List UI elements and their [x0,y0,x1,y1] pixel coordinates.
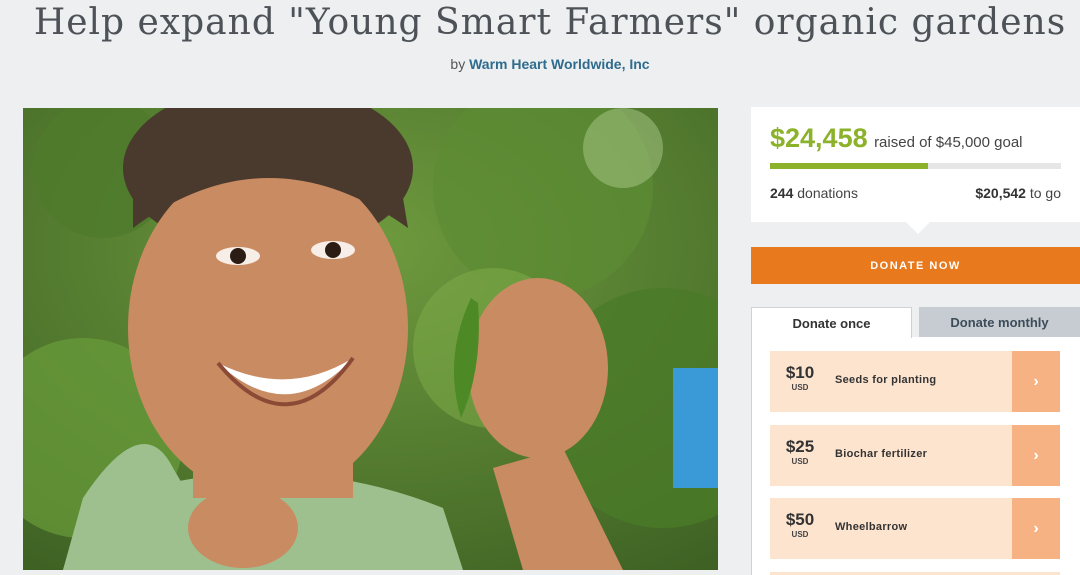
donation-option-25[interactable]: $25 USD Biochar fertilizer › [770,425,1060,486]
progress-fill [770,163,929,169]
option-price: $25 USD [770,437,830,466]
tab-donate-once[interactable]: Donate once [751,307,912,338]
funding-summary: $24,458 raised of $45,000 goal 244 donat… [751,107,1080,234]
remaining: $20,542 to go [975,185,1061,201]
page-title: Help expand "Young Smart Farmers" organi… [33,2,1067,43]
donation-option-50[interactable]: $50 USD Wheelbarrow › [770,498,1060,559]
option-currency: USD [791,530,809,539]
progress-bar [770,163,1061,169]
chevron-right-icon[interactable]: › [1012,498,1060,559]
remaining-amount: $20,542 [975,185,1026,201]
option-currency: USD [791,383,809,392]
remaining-label: to go [1029,185,1061,201]
option-label: Seeds for planting [835,374,937,386]
raised-line: $24,458 raised of $45,000 goal [770,123,1023,154]
byline-prefix: by [450,56,466,72]
donate-now-button[interactable]: DONATE NOW [751,247,1080,284]
raised-amount: $24,458 [770,123,868,153]
chevron-right-icon[interactable]: › [1012,425,1060,486]
option-amount: $50 [785,510,815,529]
option-price: $10 USD [770,363,830,392]
organization-link[interactable]: Warm Heart Worldwide, Inc [469,56,649,72]
option-amount: $25 [785,437,815,456]
option-label: Wheelbarrow [835,521,908,533]
project-photo [23,108,718,570]
option-price: $50 USD [770,510,830,539]
option-amount: $10 [785,363,815,382]
chevron-right-icon[interactable]: › [1012,351,1060,412]
donation-option-10[interactable]: $10 USD Seeds for planting › [770,351,1060,412]
donations-label: donations [797,185,858,201]
donations-number: 244 [770,185,794,201]
goal-text: raised of $45,000 goal [874,134,1023,151]
option-currency: USD [791,457,809,466]
donations-count: 244 donations [770,185,858,201]
byline: by Warm Heart Worldwide, Inc [0,56,1080,72]
callout-notch [906,222,930,234]
donation-meta: 244 donations $20,542 to go [770,185,1061,201]
option-label: Biochar fertilizer [835,448,928,460]
tab-donate-monthly[interactable]: Donate monthly [919,307,1080,337]
